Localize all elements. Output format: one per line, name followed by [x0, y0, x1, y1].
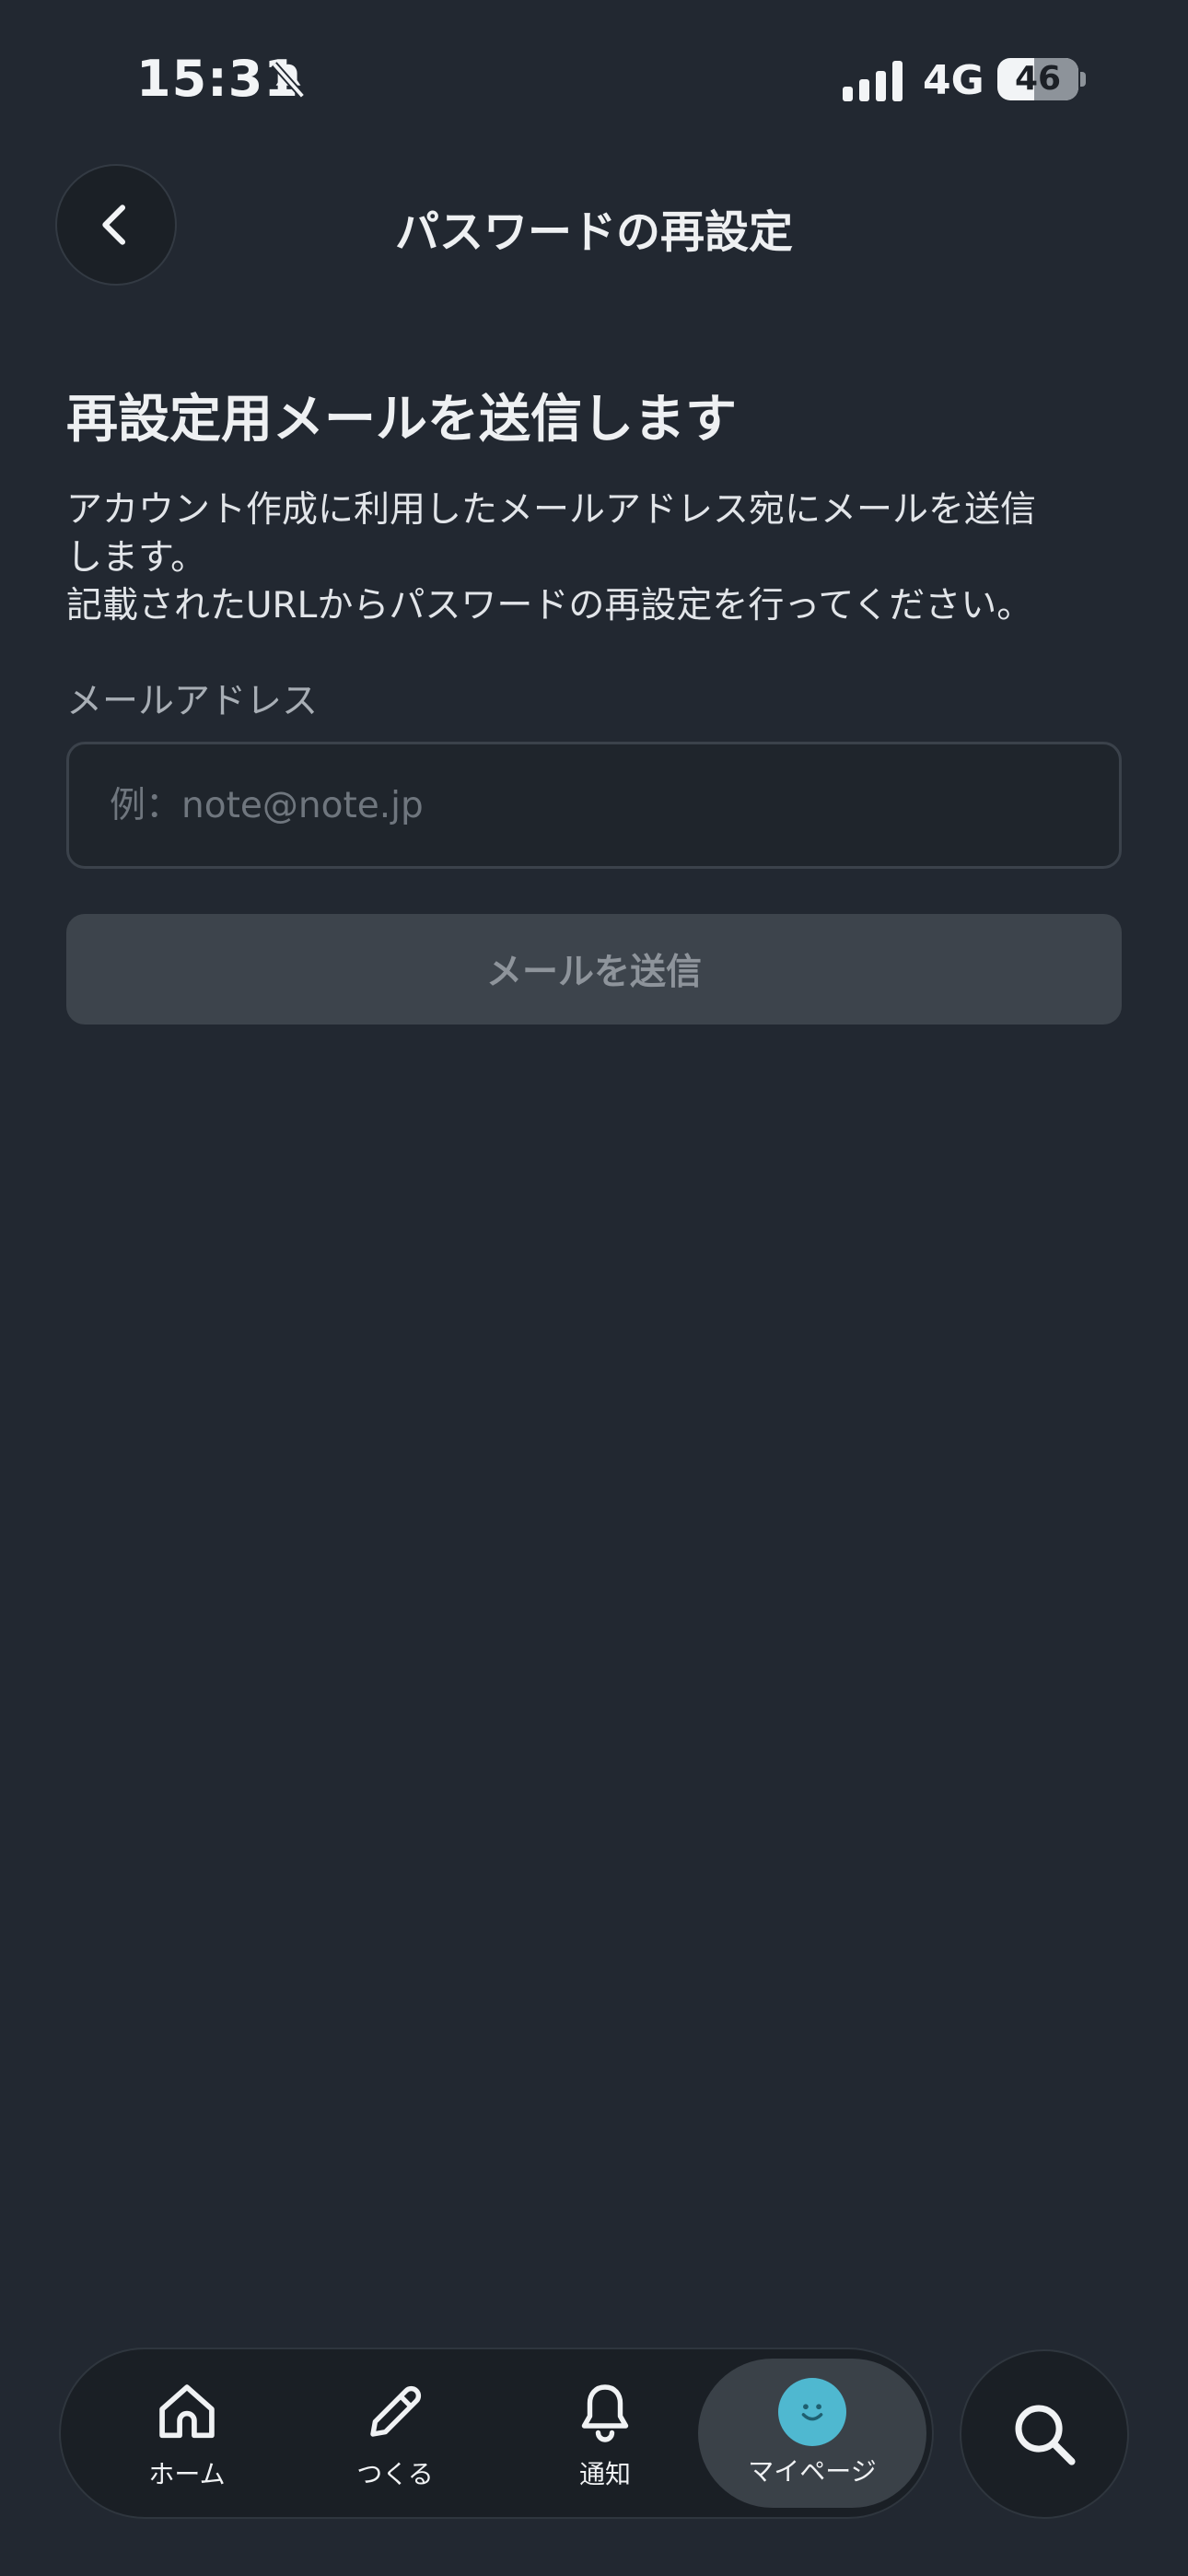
email-label: メールアドレス [66, 681, 319, 722]
search-button[interactable] [960, 2349, 1129, 2519]
tab-create-label: つくる [356, 2459, 434, 2489]
network-type: 4G [923, 57, 984, 104]
battery-tip [1080, 72, 1086, 87]
bell-slash-icon [271, 62, 306, 99]
search-icon [1015, 2405, 1076, 2465]
description-text: アカウント作成に利用したメールアドレス宛にメールを送信 します。 記載されたUR… [66, 486, 1125, 630]
password-reset-screen: 15:31 4G 46 パスワードの再設定 再設定用メールを送信します アカウン… [0, 0, 1188, 2576]
tab-create[interactable]: つくる [291, 2359, 499, 2508]
tab-home-label: ホーム [148, 2459, 226, 2489]
home-icon [150, 2375, 224, 2449]
cellular-signal-icon [843, 61, 903, 101]
pencil-icon [358, 2375, 432, 2449]
description-line: 記載されたURLからパスワードの再設定を行ってください。 [66, 585, 1033, 626]
bell-icon [568, 2375, 642, 2449]
avatar-icon [778, 2378, 846, 2446]
tab-mypage-label: マイページ [748, 2456, 877, 2487]
section-heading: 再設定用メールを送信します [66, 390, 737, 450]
battery-level: 46 [1014, 60, 1062, 98]
description-line: します。 [66, 537, 207, 579]
status-bar: 15:31 4G 46 [0, 0, 1188, 157]
send-email-button[interactable]: メールを送信 [66, 914, 1122, 1025]
tab-notifications-label: 通知 [578, 2459, 631, 2489]
tab-home[interactable]: ホーム [83, 2359, 291, 2508]
bottom-tab-bar: ホーム つくる 通知 マイページ [59, 2348, 934, 2519]
email-field[interactable] [66, 742, 1122, 869]
tab-mypage[interactable]: マイページ [698, 2359, 926, 2508]
page-title: パスワードの再設定 [394, 206, 793, 258]
description-line: アカウント作成に利用したメールアドレス宛にメールを送信 [66, 489, 1037, 531]
battery-icon: 46 [997, 58, 1078, 100]
tab-notifications[interactable]: 通知 [501, 2359, 709, 2508]
